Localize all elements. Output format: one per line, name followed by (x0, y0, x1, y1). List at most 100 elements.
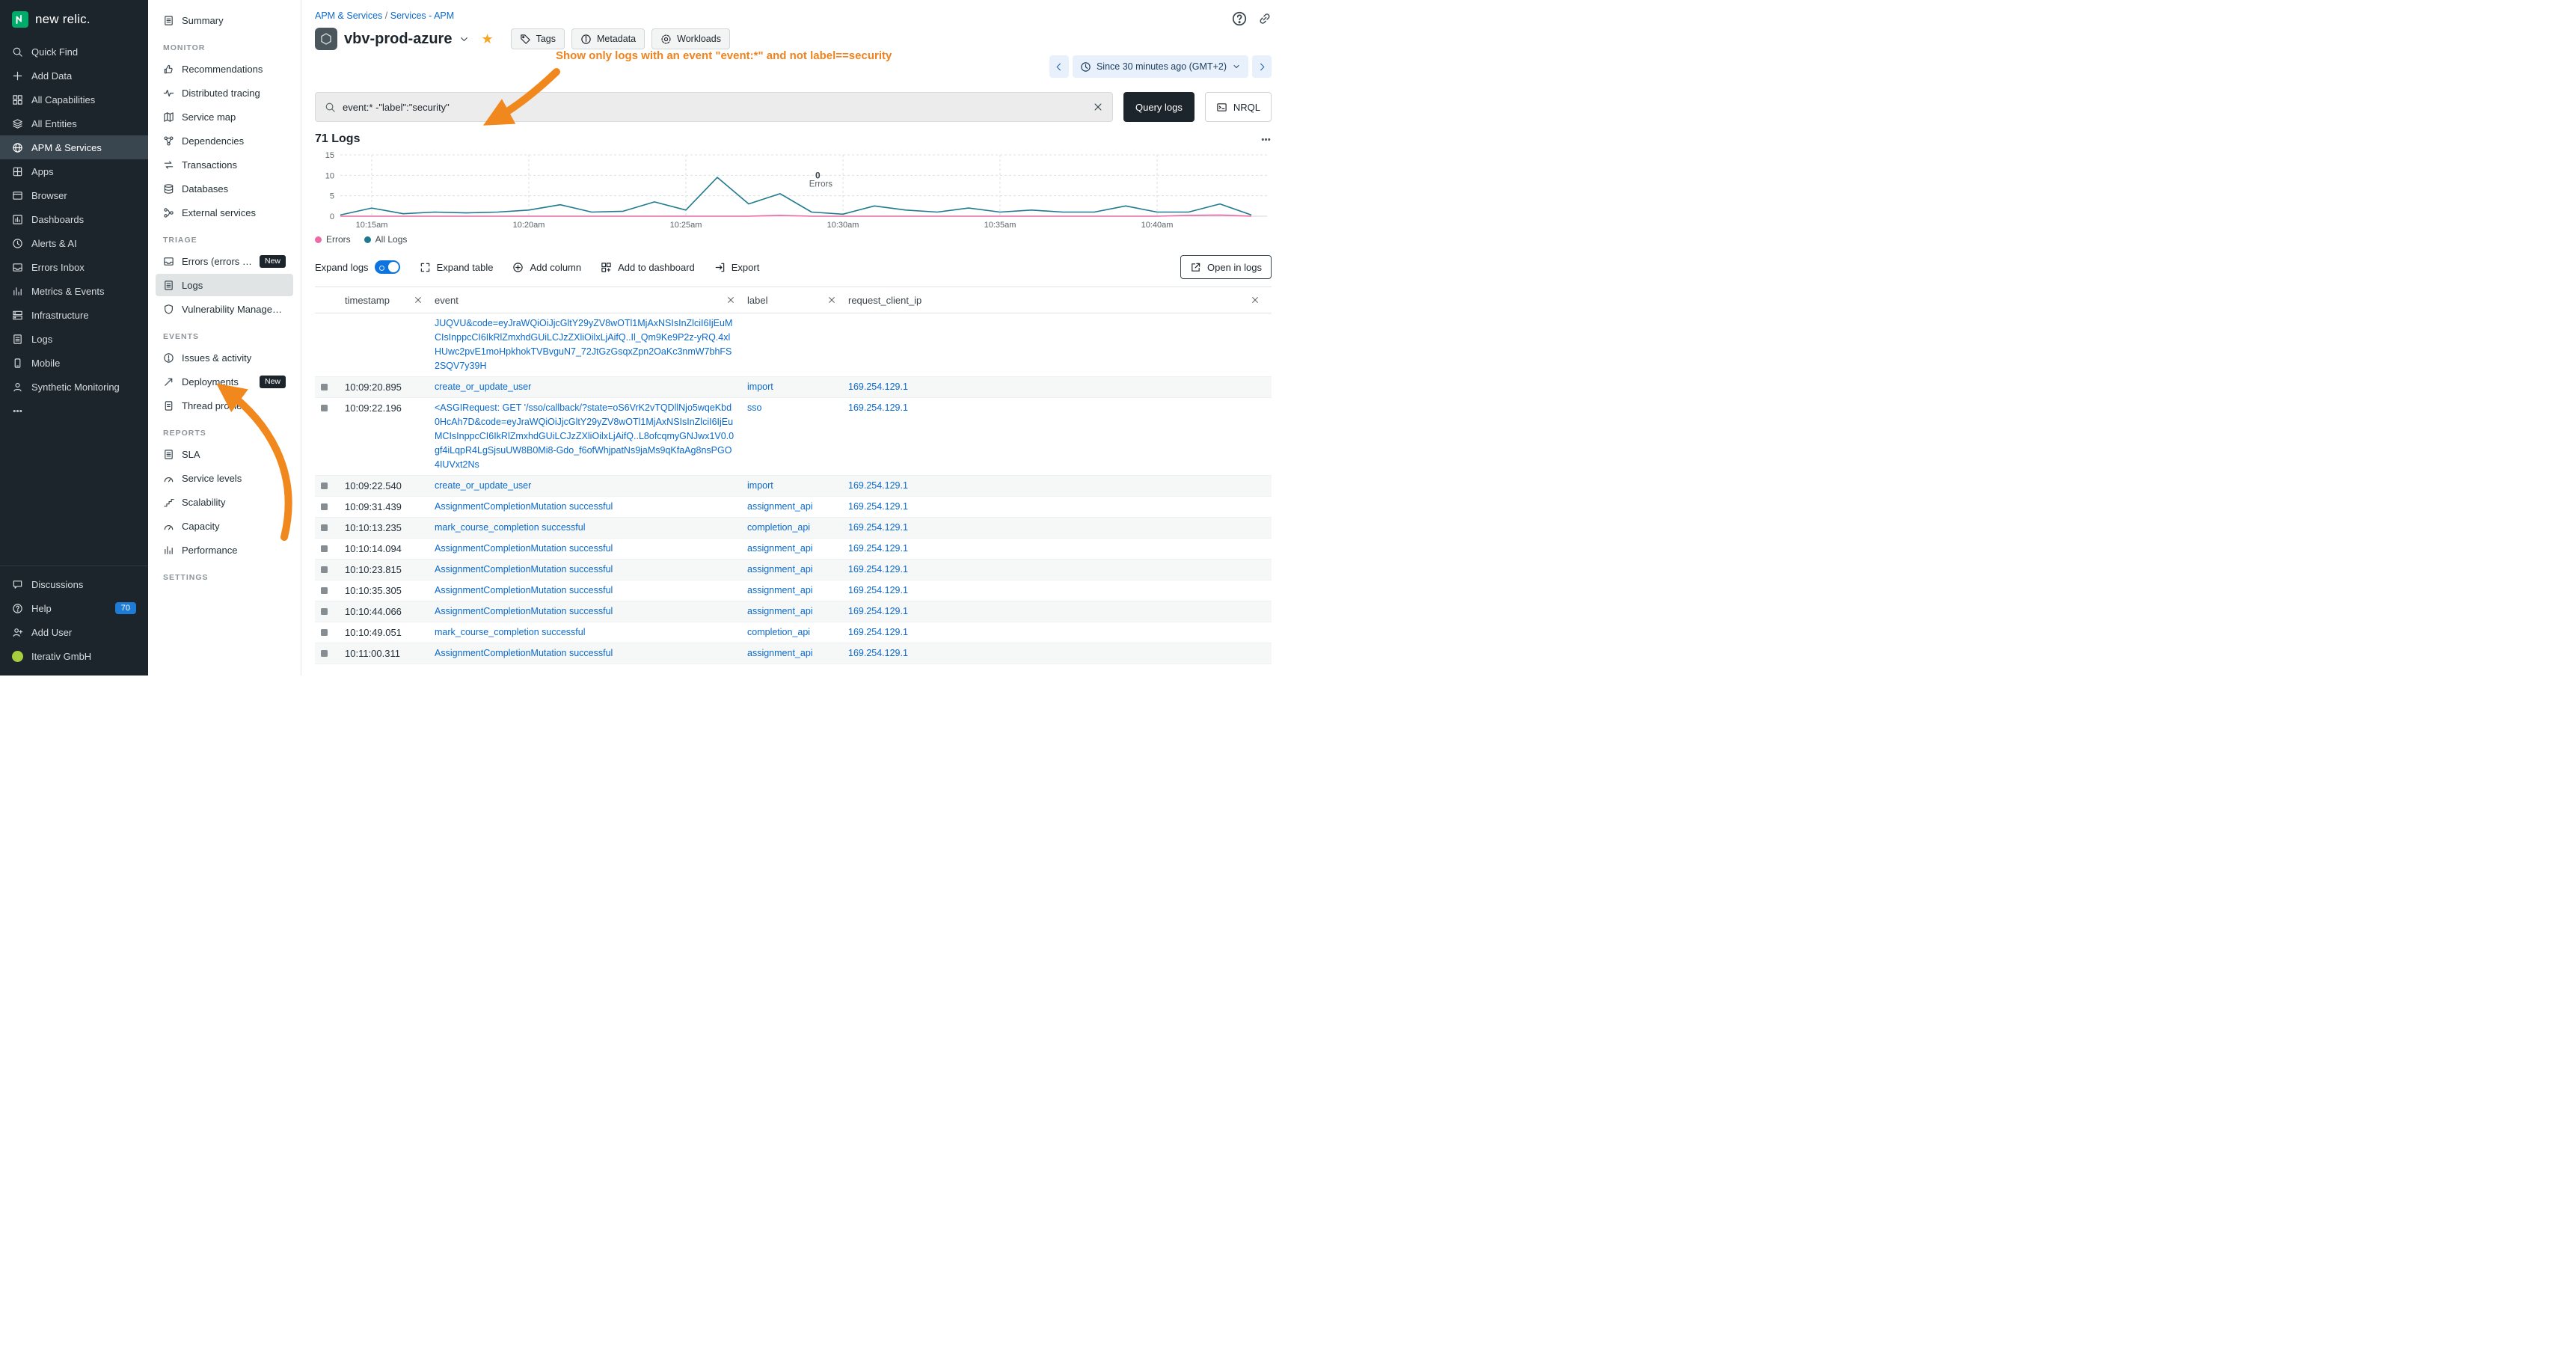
sidebar-item-help[interactable]: Help70 (0, 596, 148, 620)
ip-link[interactable]: 169.254.129.1 (848, 564, 908, 575)
row-checkbox[interactable] (321, 608, 328, 615)
breadcrumb-link-services-apm[interactable]: Services - APM (390, 10, 454, 21)
subnav-item-service-map[interactable]: Service map (156, 105, 293, 128)
subnav-item-transactions[interactable]: Transactions (156, 153, 293, 176)
sidebar-item-alerts-ai[interactable]: Alerts & AI (0, 231, 148, 255)
table-row[interactable]: 10:09:22.196<ASGIRequest: GET '/sso/call… (315, 398, 1272, 476)
ip-link[interactable]: 169.254.129.1 (848, 382, 908, 392)
table-row[interactable]: 10:10:14.094AssignmentCompletionMutation… (315, 539, 1272, 560)
chevron-down-icon[interactable] (459, 34, 470, 45)
export-button[interactable]: Export (714, 262, 760, 273)
event-link[interactable]: create_or_update_user (435, 480, 531, 491)
table-row[interactable]: 10:09:31.439AssignmentCompletionMutation… (315, 497, 1272, 518)
event-link[interactable]: mark_course_completion successful (435, 627, 585, 637)
table-row[interactable]: JUQVU&code=eyJraWQiOiJjcGltY29yZV8wOTl1M… (315, 313, 1272, 377)
time-range-picker[interactable]: Since 30 minutes ago (GMT+2) (1073, 55, 1248, 78)
subnav-item-recommendations[interactable]: Recommendations (156, 58, 293, 80)
sidebar-item-logs[interactable]: Logs (0, 327, 148, 351)
row-checkbox[interactable] (321, 482, 328, 489)
ip-link[interactable]: 169.254.129.1 (848, 648, 908, 658)
row-checkbox[interactable] (321, 629, 328, 636)
table-row[interactable]: 10:10:49.051mark_course_completion succe… (315, 622, 1272, 643)
subnav-item-sla[interactable]: SLA (156, 443, 293, 465)
remove-column-icon[interactable] (726, 295, 735, 304)
label-link[interactable]: import (747, 382, 773, 392)
column-header-request-client-ip[interactable]: request_client_ip (848, 295, 1272, 306)
row-checkbox[interactable] (321, 405, 328, 411)
sidebar-item-synthetic-monitoring[interactable]: Synthetic Monitoring (0, 375, 148, 399)
open-in-logs-button[interactable]: Open in logs (1180, 255, 1272, 279)
sidebar-item-browser[interactable]: Browser (0, 183, 148, 207)
subnav-item-errors-errors-inb[interactable]: Errors (errors inb...New (156, 250, 293, 272)
log-search-box[interactable] (315, 92, 1113, 122)
subnav-item-deployments[interactable]: DeploymentsNew (156, 370, 293, 393)
query-logs-button[interactable]: Query logs (1123, 92, 1195, 122)
sidebar-item-add-data[interactable]: Add Data (0, 64, 148, 88)
sidebar-item-iterativ-gmbh[interactable]: Iterativ GmbH (0, 644, 148, 668)
label-link[interactable]: import (747, 480, 773, 491)
event-link[interactable]: <ASGIRequest: GET '/sso/callback/?state=… (435, 402, 734, 470)
sidebar-item-all-entities[interactable]: All Entities (0, 111, 148, 135)
legend-item-errors[interactable]: Errors (315, 234, 351, 245)
nrql-button[interactable]: NRQL (1205, 92, 1272, 122)
event-link[interactable]: AssignmentCompletionMutation successful (435, 648, 613, 658)
event-link[interactable]: AssignmentCompletionMutation successful (435, 606, 613, 616)
add-to-dashboard-button[interactable]: Add to dashboard (601, 262, 695, 273)
subnav-item-performance[interactable]: Performance (156, 539, 293, 561)
row-checkbox[interactable] (321, 650, 328, 657)
sidebar-item-apm-services[interactable]: APM & Services (0, 135, 148, 159)
sidebar-item-errors-inbox[interactable]: Errors Inbox (0, 255, 148, 279)
ip-link[interactable]: 169.254.129.1 (848, 627, 908, 637)
label-link[interactable]: sso (747, 402, 761, 413)
subnav-item-issues-activity[interactable]: Issues & activity (156, 346, 293, 369)
expand-logs-control[interactable]: Expand logs (315, 260, 400, 274)
table-row[interactable]: 10:10:23.815AssignmentCompletionMutation… (315, 560, 1272, 580)
expand-logs-toggle[interactable] (375, 260, 400, 274)
label-link[interactable]: assignment_api (747, 501, 813, 512)
label-link[interactable]: assignment_api (747, 564, 813, 575)
more-options-icon[interactable] (1260, 134, 1272, 145)
log-query-input[interactable] (343, 102, 1086, 113)
sidebar-item-add-user[interactable]: Add User (0, 620, 148, 644)
ip-link[interactable]: 169.254.129.1 (848, 480, 908, 491)
event-link[interactable]: AssignmentCompletionMutation successful (435, 543, 613, 554)
sidebar-item-discussions[interactable]: Discussions (0, 572, 148, 596)
label-link[interactable]: completion_api (747, 522, 810, 533)
sidebar-item-mobile[interactable]: Mobile (0, 351, 148, 375)
label-link[interactable]: assignment_api (747, 543, 813, 554)
ip-link[interactable]: 169.254.129.1 (848, 501, 908, 512)
sidebar-item-dashboards[interactable]: Dashboards (0, 207, 148, 231)
row-checkbox[interactable] (321, 587, 328, 594)
sidebar-item-more[interactable] (0, 399, 148, 423)
row-checkbox[interactable] (321, 384, 328, 390)
subnav-item-external-services[interactable]: External services (156, 201, 293, 224)
sidebar-item-apps[interactable]: Apps (0, 159, 148, 183)
table-row[interactable]: 10:10:44.066AssignmentCompletionMutation… (315, 601, 1272, 622)
breadcrumb-link-apm-services[interactable]: APM & Services (315, 10, 382, 21)
label-link[interactable]: assignment_api (747, 648, 813, 658)
column-header-event[interactable]: event (435, 295, 747, 306)
label-link[interactable]: assignment_api (747, 606, 813, 616)
sidebar-item-quick-find[interactable]: Quick Find (0, 40, 148, 64)
remove-column-icon[interactable] (414, 295, 423, 304)
event-link[interactable]: create_or_update_user (435, 382, 531, 392)
table-row[interactable]: 10:09:20.895create_or_update_userimport1… (315, 377, 1272, 398)
ip-link[interactable]: 169.254.129.1 (848, 606, 908, 616)
subnav-item-capacity[interactable]: Capacity (156, 515, 293, 537)
row-checkbox[interactable] (321, 503, 328, 510)
event-link[interactable]: AssignmentCompletionMutation successful (435, 585, 613, 595)
subnav-item-distributed-tracing[interactable]: Distributed tracing (156, 82, 293, 104)
metadata-button[interactable]: Metadata (571, 28, 645, 49)
add-column-button[interactable]: Add column (512, 262, 581, 273)
sidebar-item-all-capabilities[interactable]: All Capabilities (0, 88, 148, 111)
favorite-star-icon[interactable]: ★ (481, 31, 493, 47)
remove-column-icon[interactable] (1251, 295, 1260, 304)
legend-item-all-logs[interactable]: All Logs (364, 234, 408, 245)
table-row[interactable]: 10:10:35.305AssignmentCompletionMutation… (315, 580, 1272, 601)
ip-link[interactable]: 169.254.129.1 (848, 402, 908, 413)
time-back-button[interactable] (1049, 55, 1069, 78)
subnav-item-vulnerability-management[interactable]: Vulnerability Management (156, 298, 293, 320)
tags-button[interactable]: Tags (511, 28, 565, 49)
subnav-item-scalability[interactable]: Scalability (156, 491, 293, 513)
label-link[interactable]: assignment_api (747, 585, 813, 595)
